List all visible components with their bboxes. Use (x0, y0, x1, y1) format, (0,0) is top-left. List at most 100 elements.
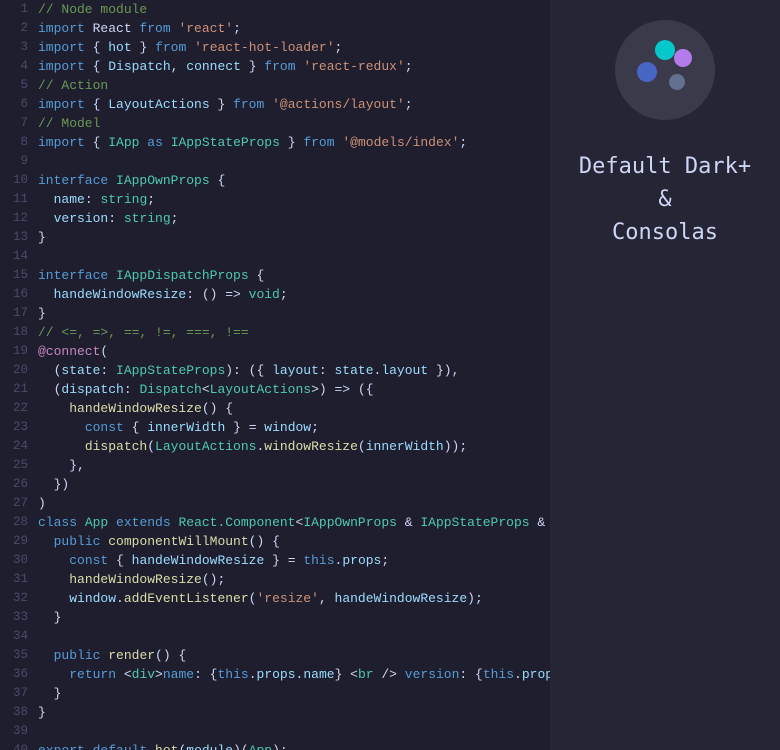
code-line: 7// Model (0, 114, 550, 133)
line-number: 28 (0, 513, 38, 532)
code-line: 35 public render() { (0, 646, 550, 665)
line-content: const { innerWidth } = window; (38, 418, 550, 437)
line-number: 32 (0, 589, 38, 608)
line-content: import { Dispatch, connect } from 'react… (38, 57, 550, 76)
line-content: export default hot(module)(App); (38, 741, 550, 750)
code-line: 33 } (0, 608, 550, 627)
code-line: 11 name: string; (0, 190, 550, 209)
line-number: 18 (0, 323, 38, 342)
line-number: 19 (0, 342, 38, 361)
editor-container: 1// Node module2import React from 'react… (0, 0, 780, 750)
line-content: import { LayoutActions } from '@actions/… (38, 95, 550, 114)
code-line: 38} (0, 703, 550, 722)
line-content: (dispatch: Dispatch<LayoutActions>) => (… (38, 380, 550, 399)
line-content: public componentWillMount() { (38, 532, 550, 551)
line-number: 22 (0, 399, 38, 418)
line-number: 5 (0, 76, 38, 95)
code-line: 2import React from 'react'; (0, 19, 550, 38)
code-line: 17} (0, 304, 550, 323)
line-number: 8 (0, 133, 38, 152)
code-line: 13} (0, 228, 550, 247)
line-content (38, 247, 550, 266)
code-line: 29 public componentWillMount() { (0, 532, 550, 551)
line-content: } (38, 703, 550, 722)
code-line: 1// Node module (0, 0, 550, 19)
code-line: 5// Action (0, 76, 550, 95)
line-number: 13 (0, 228, 38, 247)
line-number: 1 (0, 0, 38, 19)
line-number: 31 (0, 570, 38, 589)
line-number: 17 (0, 304, 38, 323)
code-line: 20 (state: IAppStateProps): ({ layout: s… (0, 361, 550, 380)
line-number: 36 (0, 665, 38, 684)
line-content: // Node module (38, 0, 550, 19)
line-number: 10 (0, 171, 38, 190)
line-number: 35 (0, 646, 38, 665)
code-line: 10interface IAppOwnProps { (0, 171, 550, 190)
line-content (38, 722, 550, 741)
line-content: } (38, 684, 550, 703)
line-number: 25 (0, 456, 38, 475)
line-content: }) (38, 475, 550, 494)
line-number: 21 (0, 380, 38, 399)
line-content: window.addEventListener('resize', handeW… (38, 589, 550, 608)
line-content: public render() { (38, 646, 550, 665)
line-content: version: string; (38, 209, 550, 228)
code-line: 14 (0, 247, 550, 266)
code-line: 36 return <div>name: {this.props.name} <… (0, 665, 550, 684)
code-line: 15interface IAppDispatchProps { (0, 266, 550, 285)
code-line: 28class App extends React.Component<IApp… (0, 513, 550, 532)
line-content: name: string; (38, 190, 550, 209)
line-number: 38 (0, 703, 38, 722)
line-number: 15 (0, 266, 38, 285)
line-number: 37 (0, 684, 38, 703)
code-line: 21 (dispatch: Dispatch<LayoutActions>) =… (0, 380, 550, 399)
code-line: 19@connect( (0, 342, 550, 361)
code-line: 6import { LayoutActions } from '@actions… (0, 95, 550, 114)
code-line: 24 dispatch(LayoutActions.windowResize(i… (0, 437, 550, 456)
code-line: 40export default hot(module)(App); (0, 741, 550, 750)
line-content: }, (38, 456, 550, 475)
code-line: 4import { Dispatch, connect } from 'reac… (0, 57, 550, 76)
line-content: return <div>name: {this.props.name} <br … (38, 665, 550, 684)
line-number: 9 (0, 152, 38, 171)
line-number: 23 (0, 418, 38, 437)
line-content: const { handeWindowResize } = this.props… (38, 551, 550, 570)
line-content: // <=, =>, ==, !=, ===, !== (38, 323, 550, 342)
code-line: 37 } (0, 684, 550, 703)
line-number: 40 (0, 741, 38, 750)
logo-circle (615, 20, 715, 120)
line-number: 29 (0, 532, 38, 551)
code-line: 25 }, (0, 456, 550, 475)
code-line: 27) (0, 494, 550, 513)
code-line: 34 (0, 627, 550, 646)
line-content: handeWindowResize() { (38, 399, 550, 418)
code-line: 9 (0, 152, 550, 171)
line-number: 6 (0, 95, 38, 114)
code-line: 22 handeWindowResize() { (0, 399, 550, 418)
line-content: @connect( (38, 342, 550, 361)
line-content: interface IAppDispatchProps { (38, 266, 550, 285)
line-content (38, 627, 550, 646)
line-number: 3 (0, 38, 38, 57)
code-line: 31 handeWindowResize(); (0, 570, 550, 589)
line-content: (state: IAppStateProps): ({ layout: stat… (38, 361, 550, 380)
line-number: 34 (0, 627, 38, 646)
line-content: } (38, 608, 550, 627)
line-content (38, 152, 550, 171)
line-content: } (38, 304, 550, 323)
line-content: } (38, 228, 550, 247)
code-line: 18// <=, =>, ==, !=, ===, !== (0, 323, 550, 342)
line-number: 27 (0, 494, 38, 513)
line-content: dispatch(LayoutActions.windowResize(inne… (38, 437, 550, 456)
line-content: // Action (38, 76, 550, 95)
code-area: 1// Node module2import React from 'react… (0, 0, 550, 750)
line-content: // Model (38, 114, 550, 133)
code-line: 16 handeWindowResize: () => void; (0, 285, 550, 304)
line-number: 14 (0, 247, 38, 266)
line-number: 26 (0, 475, 38, 494)
line-number: 12 (0, 209, 38, 228)
code-line: 23 const { innerWidth } = window; (0, 418, 550, 437)
panel-title: Default Dark+&Consolas (579, 150, 751, 249)
line-number: 7 (0, 114, 38, 133)
